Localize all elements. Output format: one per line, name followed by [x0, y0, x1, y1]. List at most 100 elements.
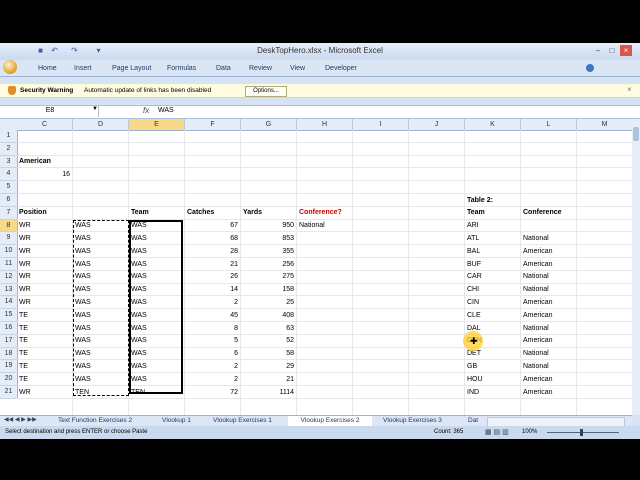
row-header-5[interactable]: 5 — [0, 181, 18, 194]
catches-cell[interactable]: 5 — [187, 335, 238, 347]
conference-cell[interactable] — [299, 348, 350, 360]
catches-cell[interactable]: 14 — [187, 284, 238, 296]
zoom-slider-thumb[interactable] — [580, 429, 583, 436]
column-header-c[interactable]: C — [17, 119, 73, 131]
security-options-button[interactable]: Options... — [245, 86, 287, 97]
column-header-i[interactable]: I — [353, 119, 409, 131]
table2-conference-cell[interactable]: National — [523, 271, 574, 283]
table2-conference-cell[interactable]: American — [523, 259, 574, 271]
sheet-tab-dat[interactable]: Dat — [468, 416, 478, 426]
position-header-cell[interactable]: Position — [19, 207, 70, 219]
row-header-10[interactable]: 10 — [0, 245, 18, 258]
yards-cell[interactable]: 58 — [243, 348, 294, 360]
table2-team-cell[interactable]: BAL — [467, 246, 518, 258]
tab-home[interactable]: Home — [38, 65, 57, 72]
worksheet-grid[interactable]: CDEFGHIJKLM 1 2 3 4 5 6 7 8 9 10 11 12 13 14 15 16 17 18 1… — [0, 119, 632, 415]
conference-cell[interactable] — [299, 246, 350, 258]
row-header-9[interactable]: 9 — [0, 232, 18, 246]
table2-team-cell[interactable]: CAR — [467, 271, 518, 283]
tab-page-layout[interactable]: Page Layout — [112, 65, 151, 72]
table2-conference-cell[interactable]: American — [523, 387, 574, 399]
sheet-tab-text-function-exercises-2[interactable]: Text Function Exercises 2 — [58, 416, 132, 426]
function-icon[interactable]: fx — [143, 106, 149, 115]
american-label-cell[interactable]: American — [19, 156, 70, 168]
table2-conference-cell[interactable]: National — [523, 233, 574, 245]
conference-cell[interactable] — [299, 323, 350, 335]
catches-cell[interactable]: 28 — [187, 246, 238, 258]
table2-title-cell[interactable]: Table 2: — [467, 195, 518, 207]
position-cell[interactable]: WR — [19, 387, 70, 399]
conference-cell[interactable] — [299, 374, 350, 386]
row-header-3[interactable]: 3 — [0, 155, 18, 169]
yards-header-cell[interactable]: Yards — [243, 207, 294, 219]
position-cell[interactable]: WR — [19, 246, 70, 258]
column-header-f[interactable]: F — [185, 119, 241, 131]
table2-conference-cell[interactable]: American — [523, 335, 574, 347]
row-header-21[interactable]: 21 — [0, 386, 18, 399]
column-header-j[interactable]: J — [409, 119, 465, 131]
table2-conference-cell[interactable]: American — [523, 374, 574, 386]
conference-header-cell[interactable]: Conference? — [299, 207, 350, 219]
catches-cell[interactable]: 2 — [187, 374, 238, 386]
table2-team-cell[interactable]: CIN — [467, 297, 518, 309]
conference-cell[interactable] — [299, 284, 350, 296]
conference-cell[interactable] — [299, 361, 350, 373]
yards-cell[interactable]: 158 — [243, 284, 294, 296]
conference-cell[interactable] — [299, 259, 350, 271]
american-value-cell[interactable]: 16 — [19, 169, 70, 181]
row-header-12[interactable]: 12 — [0, 270, 18, 284]
row-header-8[interactable]: 8 — [0, 219, 18, 233]
position-cell[interactable]: WR — [19, 233, 70, 245]
catches-cell[interactable]: 8 — [187, 323, 238, 335]
scroll-thumb[interactable] — [633, 127, 639, 141]
table2-team-cell[interactable]: IND — [467, 387, 518, 399]
yards-cell[interactable]: 52 — [243, 335, 294, 347]
catches-cell[interactable]: 21 — [187, 259, 238, 271]
row-header-7[interactable]: 7 — [0, 206, 18, 220]
catches-header-cell[interactable]: Catches — [187, 207, 238, 219]
zoom-slider[interactable] — [547, 432, 619, 433]
row-header-15[interactable]: 15 — [0, 309, 18, 322]
conference-cell[interactable] — [299, 297, 350, 309]
table2-conference-cell[interactable] — [523, 220, 574, 232]
redo-icon[interactable]: ↷ — [70, 46, 79, 55]
save-icon[interactable]: ■ — [36, 46, 45, 55]
catches-cell[interactable]: 2 — [187, 361, 238, 373]
row-header-11[interactable]: 11 — [0, 258, 18, 271]
sheet-tab-vlookup-exercises-1[interactable]: Vlookup Exercises 1 — [213, 416, 272, 426]
conference-cell[interactable] — [299, 271, 350, 283]
view-buttons-icon[interactable]: ▦ ▤ ▥ — [485, 428, 509, 436]
catches-cell[interactable]: 26 — [187, 271, 238, 283]
table2-conference-cell[interactable]: American — [523, 297, 574, 309]
yards-cell[interactable]: 29 — [243, 361, 294, 373]
table2-team-cell[interactable]: ATL — [467, 233, 518, 245]
security-close-icon[interactable]: × — [627, 85, 632, 94]
table2-team-cell[interactable]: CHI — [467, 284, 518, 296]
row-header-1[interactable]: 1 — [0, 130, 18, 143]
yards-cell[interactable]: 355 — [243, 246, 294, 258]
yards-cell[interactable]: 950 — [243, 220, 294, 232]
table2-team-cell[interactable]: BUF — [467, 259, 518, 271]
zoom-level[interactable]: 100% — [522, 429, 537, 435]
sheet-tab-vlookup-exercises-2[interactable]: Vlookup Exercises 2 — [288, 416, 372, 426]
row-header-2[interactable]: 2 — [0, 142, 18, 156]
position-cell[interactable]: TE — [19, 348, 70, 360]
tab-data[interactable]: Data — [216, 65, 231, 72]
sheet-tab-vlookup-exercises-3[interactable]: Vlookup Exercises 3 — [383, 416, 442, 426]
table2-conference-cell[interactable]: National — [523, 284, 574, 296]
undo-icon[interactable]: ↶ — [50, 46, 59, 55]
tab-insert[interactable]: Insert — [74, 65, 92, 72]
position-cell[interactable]: TE — [19, 361, 70, 373]
column-header-m[interactable]: M — [577, 119, 632, 131]
conference-cell[interactable] — [299, 233, 350, 245]
table2-team-cell[interactable]: CLE — [467, 310, 518, 322]
yards-cell[interactable]: 25 — [243, 297, 294, 309]
table2-team-cell[interactable]: GB — [467, 361, 518, 373]
position-cell[interactable]: TE — [19, 335, 70, 347]
close-icon[interactable]: × — [620, 45, 632, 56]
catches-cell[interactable]: 6 — [187, 348, 238, 360]
table2-conference-cell[interactable]: National — [523, 361, 574, 373]
formula-input[interactable]: WAS — [158, 107, 618, 114]
name-box[interactable]: E8 — [2, 105, 99, 117]
table2-conference-cell[interactable]: American — [523, 310, 574, 322]
